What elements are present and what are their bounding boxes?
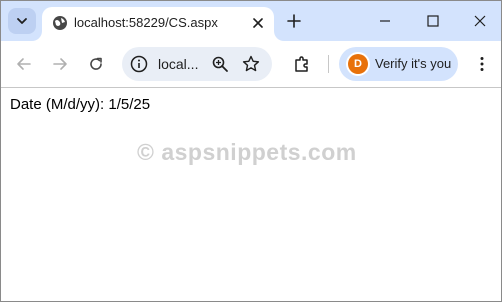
plus-icon (287, 14, 301, 28)
back-button[interactable] (12, 52, 36, 76)
reload-icon (90, 57, 102, 70)
watermark: © aspsnippets.com (137, 139, 357, 165)
more-vert-icon (480, 57, 484, 71)
maximize-icon (427, 15, 439, 27)
new-tab-button[interactable] (284, 11, 304, 31)
arrow-left-icon (17, 58, 31, 70)
toolbar-divider (328, 55, 329, 73)
page-content: Date (M/d/yy): 1/5/25 © aspsnippets.com (1, 88, 501, 301)
extensions-button[interactable] (290, 52, 314, 76)
close-icon (474, 15, 486, 27)
avatar: D (348, 54, 368, 74)
menu-button[interactable] (470, 52, 494, 76)
tab-active[interactable]: localhost:58229/CS.aspx (42, 7, 274, 41)
date-label: Date (M/d/yy): 1/5/25 (10, 96, 151, 113)
minimize-button[interactable] (373, 9, 397, 33)
zoom-icon[interactable] (211, 55, 229, 73)
puzzle-icon (295, 56, 308, 72)
globe-icon (53, 16, 67, 30)
tab-title: localhost:58229/CS.aspx (74, 15, 218, 30)
maximize-button[interactable] (421, 9, 445, 33)
address-bar[interactable]: local... (122, 47, 272, 81)
reload-button[interactable] (84, 52, 108, 76)
minimize-icon (380, 20, 390, 22)
profile-label: Verify it's you (375, 56, 452, 71)
close-icon (253, 18, 263, 28)
tab-strip: localhost:58229/CS.aspx (1, 1, 501, 41)
browser-window: localhost:58229/CS.aspx local... D Verif… (0, 0, 502, 302)
chevron-down-icon (17, 18, 27, 24)
bookmark-star-icon[interactable] (242, 55, 260, 73)
tab-close-button[interactable] (250, 15, 266, 31)
close-window-button[interactable] (468, 9, 492, 33)
toolbar: local... D Verify it's you (1, 41, 501, 88)
profile-button[interactable]: D Verify it's you (339, 47, 458, 81)
arrow-right-icon (53, 58, 67, 70)
forward-button[interactable] (48, 52, 72, 76)
site-info-icon[interactable] (130, 55, 148, 73)
url-text[interactable]: local... (158, 56, 198, 72)
